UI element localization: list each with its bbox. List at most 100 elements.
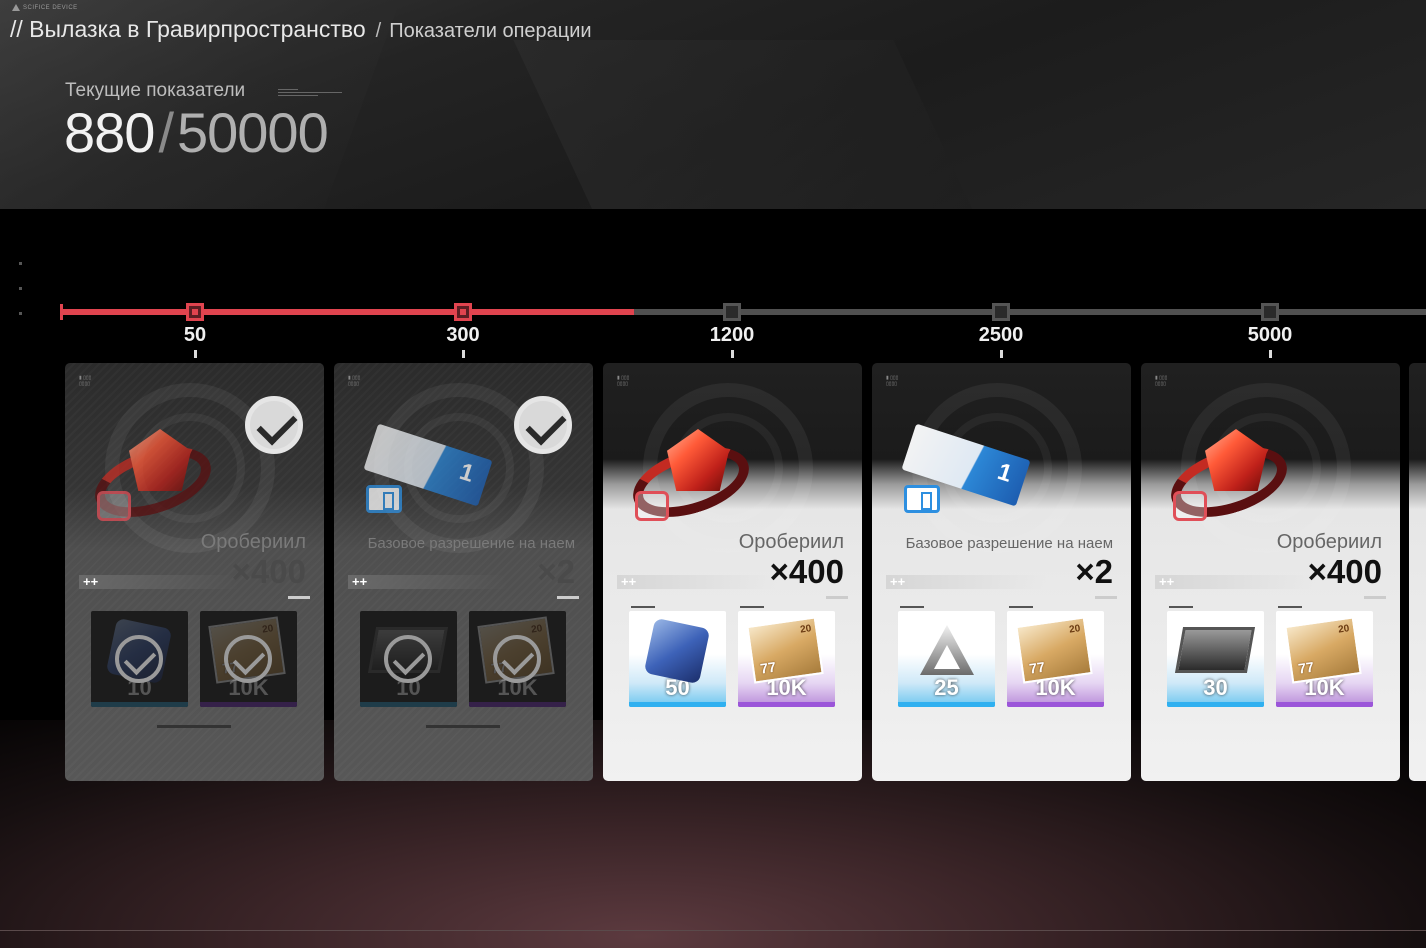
- card-footer-line: [157, 725, 231, 728]
- material-icon: [920, 625, 974, 675]
- milestone-tick: [462, 350, 465, 358]
- reward-tile[interactable]: 10K: [469, 611, 566, 707]
- reward-card-claimed[interactable]: ▮ ▯▯▯▯▯▯▯ Базовое разрешение на наем ×2 …: [334, 363, 593, 781]
- decorative-lines: [278, 89, 342, 97]
- reward-tile[interactable]: 25: [898, 611, 995, 707]
- progress-start-cap: [60, 304, 63, 320]
- breadcrumb-current: Показатели операции: [389, 20, 592, 42]
- reward-item-name: Оробериил: [200, 531, 306, 553]
- orberyl-icon: [624, 421, 758, 531]
- reward-tile[interactable]: 10: [91, 611, 188, 707]
- side-dots: [19, 262, 23, 337]
- card-strip-dash: [557, 596, 579, 599]
- decorative-shape: [513, 40, 987, 209]
- progress-track: [60, 304, 1426, 320]
- milestone-label: 1200: [709, 324, 755, 346]
- milestone-label: 5000: [1247, 324, 1293, 346]
- milestone-label: 2500: [978, 324, 1024, 346]
- card-strip: ++: [617, 574, 777, 589]
- claimed-check-icon: [514, 396, 572, 454]
- orberyl-icon: [1162, 421, 1296, 531]
- reward-item-qty: ×400: [231, 553, 306, 590]
- reward-card[interactable]: ▮ ▯▯▯▯▯▯▯ Оробериил ×400 ++ 30 10K: [1141, 363, 1400, 781]
- reward-card-partial[interactable]: [1409, 363, 1426, 781]
- material-icon: [643, 617, 711, 685]
- breadcrumb-separator: /: [375, 20, 382, 42]
- milestone-tick: [731, 350, 734, 358]
- recruit-permit-icon: [896, 421, 1031, 531]
- tile-header-line: [740, 606, 764, 608]
- card-strip: ++: [79, 574, 239, 589]
- card-strip-dash: [1364, 596, 1386, 599]
- reward-item-qty: ×2: [1075, 553, 1113, 590]
- card-tag: ▮ ▯▯▯ ▯▯▯▯: [1155, 375, 1168, 387]
- currency-icon: [1284, 616, 1362, 684]
- milestone-tick: [1000, 350, 1003, 358]
- reward-card[interactable]: ▮ ▯▯▯▯▯▯▯ Оробериил ×400 ++ 50 10K: [603, 363, 862, 781]
- reward-item-qty: ×400: [1307, 553, 1382, 590]
- milestone-node: [1261, 303, 1279, 321]
- current-score-label: Текущие показатели: [65, 80, 246, 101]
- reward-card[interactable]: ▮ ▯▯▯▯▯▯▯ Базовое разрешение на наем ×2 …: [872, 363, 1131, 781]
- score-display: 880 / 50000: [64, 100, 329, 165]
- score-separator: /: [158, 101, 174, 164]
- card-strip: ++: [886, 574, 1046, 589]
- breadcrumb: // Вылазка в Гравирпространство / Показа…: [10, 16, 592, 43]
- currency-icon: [1015, 616, 1093, 684]
- material-icon: [1174, 627, 1256, 673]
- milestone-node: [992, 303, 1010, 321]
- card-strip-dash: [826, 596, 848, 599]
- app-logo: SCIFICE DEVICE: [12, 4, 78, 12]
- header-panel: SCIFICE DEVICE // Вылазка в Гравирпростр…: [0, 0, 1426, 209]
- reward-item-qty: ×400: [769, 553, 844, 590]
- milestone-tick: [1269, 350, 1272, 358]
- milestone-tick: [194, 350, 197, 358]
- divider: [0, 930, 1426, 931]
- reward-item-name: Базовое разрешение на наем: [367, 535, 575, 552]
- breadcrumb-main[interactable]: // Вылазка в Гравирпространство: [10, 16, 366, 43]
- card-strip: ++: [1155, 574, 1315, 589]
- check-icon: [493, 635, 541, 683]
- reward-tile[interactable]: 30: [1167, 611, 1264, 707]
- milestone-node: [723, 303, 741, 321]
- tile-label: 30: [1203, 675, 1228, 700]
- currency-icon: [746, 616, 824, 684]
- card-strip-dash: [288, 596, 310, 599]
- card-tag: ▮ ▯▯▯ ▯▯▯▯: [617, 375, 630, 387]
- reward-item-qty: ×2: [537, 553, 575, 590]
- goal-score: 50000: [177, 101, 329, 164]
- reward-tile[interactable]: 10K: [738, 611, 835, 707]
- reward-tile[interactable]: 10: [360, 611, 457, 707]
- recruit-permit-icon: [358, 421, 493, 531]
- tile-header-line: [1009, 606, 1033, 608]
- orberyl-icon: [86, 421, 220, 531]
- tile-header-line: [1169, 606, 1193, 608]
- current-score: 880: [64, 101, 155, 164]
- reward-item-name: Оробериил: [1276, 531, 1382, 553]
- tile-header-line: [900, 606, 924, 608]
- tile-header-line: [1278, 606, 1302, 608]
- reward-tile[interactable]: 10K: [1276, 611, 1373, 707]
- reward-card-claimed[interactable]: ▮ ▯▯▯▯▯▯▯ Оробериил ×400 ++ 10 10K: [65, 363, 324, 781]
- logo-triangle-icon: [12, 4, 20, 11]
- reward-tile[interactable]: 10K: [1007, 611, 1104, 707]
- reward-item-name: Базовое разрешение на наем: [905, 535, 1113, 552]
- milestone-node: [186, 303, 204, 321]
- card-tag: ▮ ▯▯▯ ▯▯▯▯: [79, 375, 92, 387]
- check-icon: [384, 635, 432, 683]
- card-tag: ▮ ▯▯▯ ▯▯▯▯: [348, 375, 361, 387]
- reward-item-name: Оробериил: [738, 531, 844, 553]
- reward-tile[interactable]: 50: [629, 611, 726, 707]
- card-strip: ++: [348, 574, 508, 589]
- tile-header-line: [631, 606, 655, 608]
- tile-label: 25: [934, 675, 959, 700]
- milestone-node: [454, 303, 472, 321]
- milestone-label: 300: [446, 324, 480, 346]
- reward-tile[interactable]: 10K: [200, 611, 297, 707]
- check-icon: [115, 635, 163, 683]
- check-icon: [224, 635, 272, 683]
- milestone-label: 50: [183, 324, 207, 346]
- card-footer-line: [426, 725, 500, 728]
- progress-fill: [62, 309, 634, 315]
- card-strip-dash: [1095, 596, 1117, 599]
